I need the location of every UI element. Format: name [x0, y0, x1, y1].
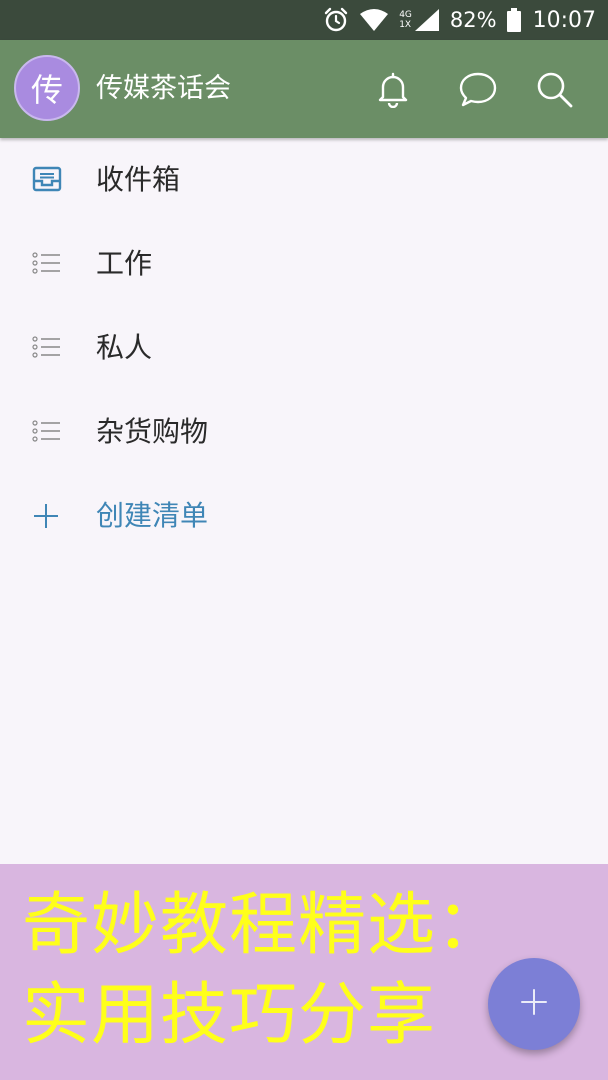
chat-bubble-icon[interactable] [456, 67, 500, 111]
list-item-label: 工作 [96, 247, 153, 280]
create-list-label: 创建清单 [96, 499, 209, 532]
clock: 10:07 [532, 7, 596, 33]
avatar[interactable]: 传 [14, 55, 80, 121]
list-item-grocery[interactable]: 杂货购物 [0, 390, 608, 474]
network-type: 4G 1X [399, 10, 412, 30]
network-sub-label: 1X [399, 20, 412, 30]
avatar-letter: 传 [30, 71, 63, 109]
network-type-label: 4G [399, 10, 412, 20]
list-item-label: 私人 [96, 331, 153, 364]
list-item-personal[interactable]: 私人 [0, 306, 608, 390]
add-task-fab[interactable] [488, 958, 580, 1050]
account-name[interactable]: 传媒茶话会 [96, 73, 231, 105]
wifi-icon [359, 8, 389, 32]
battery-percent: 82% [449, 8, 497, 32]
bell-icon[interactable] [371, 67, 415, 111]
list-icon [32, 334, 62, 362]
banner-line-2: 实用技巧分享 [22, 976, 437, 1055]
battery-icon [506, 8, 521, 32]
create-list-button[interactable]: 创建清单 [0, 474, 608, 558]
list-icon [32, 418, 62, 446]
search-icon[interactable] [532, 67, 576, 111]
list-icon [32, 250, 62, 278]
list-item-work[interactable]: 工作 [0, 222, 608, 306]
inbox-icon [32, 166, 62, 194]
list-item-label: 杂货购物 [96, 415, 209, 448]
app-bar: 传 传媒茶话会 [0, 40, 608, 138]
alarm-icon [323, 7, 349, 33]
list-menu: 收件箱 工作 私人 杂货购物 创建清单 [0, 138, 608, 558]
plus-icon [519, 987, 549, 1021]
cellular-signal-icon [414, 8, 440, 32]
list-item-inbox[interactable]: 收件箱 [0, 138, 608, 222]
status-bar: 4G 1X 82% 10:07 [0, 0, 608, 40]
list-item-label: 收件箱 [96, 163, 181, 196]
plus-icon [32, 502, 62, 530]
banner-line-1: 奇妙教程精选： [22, 886, 506, 965]
